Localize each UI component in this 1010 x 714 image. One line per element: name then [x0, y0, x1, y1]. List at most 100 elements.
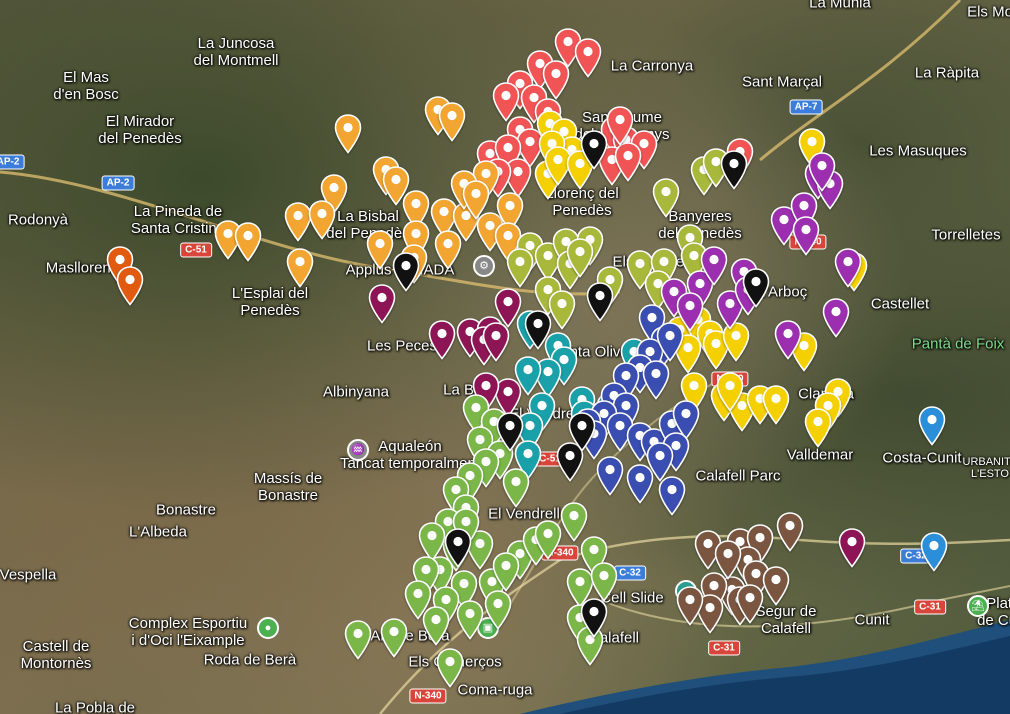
map-pin-olive[interactable]	[566, 238, 594, 278]
place-label: Castell de Montornès	[20, 638, 92, 672]
map-pin-green[interactable]	[380, 618, 408, 658]
map-pin-purple[interactable]	[808, 152, 836, 192]
place-label: Coma-ruga	[457, 681, 533, 699]
road-shield: N-340	[409, 688, 447, 704]
map-pin-green[interactable]	[344, 620, 372, 660]
place-label: La Muñia	[809, 0, 871, 12]
road-shield: AP-7	[789, 99, 823, 115]
map-pin-purple[interactable]	[822, 298, 850, 338]
place-label: El Mas d'en Bosc	[53, 69, 119, 103]
map-pin-black[interactable]	[444, 528, 472, 568]
map-pin-purple[interactable]	[792, 216, 820, 256]
map-pin-brown[interactable]	[714, 540, 742, 580]
map-pin-black[interactable]	[586, 282, 614, 322]
place-label: Valldemar	[786, 446, 854, 464]
map-pin-green[interactable]	[484, 590, 512, 630]
map-pin-purple[interactable]	[774, 320, 802, 360]
place-label: Les Peces	[366, 337, 438, 355]
map-pin-blue[interactable]	[646, 442, 674, 482]
map-pin-brown[interactable]	[676, 586, 704, 626]
map-pin-black[interactable]	[720, 150, 748, 190]
place-label: Vespella	[0, 566, 57, 584]
place-label: La Juncosa del Montmell	[193, 35, 279, 69]
road-shield: C-32	[614, 565, 646, 581]
satellite-map[interactable]: La Muñia Els Mo La Juncosa del Montmell La C…	[0, 0, 1010, 714]
place-label: Roda de Berà	[203, 651, 297, 669]
place-label: Pantà de Foix	[911, 335, 1005, 353]
place-label: La Ràpita	[914, 64, 980, 82]
idiada-poi-icon[interactable]: ⚙	[473, 255, 495, 277]
map-pin-maroon[interactable]	[838, 528, 866, 568]
map-pin-black[interactable]	[742, 268, 770, 308]
place-label: Massís de Bonastre	[253, 470, 323, 504]
map-pin-orange[interactable]	[234, 222, 262, 262]
place-label: La Carronya	[610, 57, 694, 75]
map-pin-green[interactable]	[502, 468, 530, 508]
map-pin-purple[interactable]	[700, 246, 728, 286]
map-pin-maroon[interactable]	[482, 322, 510, 362]
map-pin-orange[interactable]	[382, 166, 410, 206]
map-pin-maroon[interactable]	[428, 320, 456, 360]
map-pin-orange[interactable]	[308, 200, 336, 240]
map-pin-yellow[interactable]	[762, 385, 790, 425]
map-pin-orange[interactable]	[366, 230, 394, 270]
place-label: URBANITZL'ESTO	[962, 456, 1010, 480]
map-pin-orange[interactable]	[434, 230, 462, 270]
map-pin-red[interactable]	[614, 142, 642, 182]
map-pin-black[interactable]	[524, 310, 552, 350]
map-pin-black[interactable]	[496, 412, 524, 452]
map-pin-black[interactable]	[580, 598, 608, 638]
map-pin-orange[interactable]	[438, 102, 466, 142]
map-pin-teal[interactable]	[514, 356, 542, 396]
map-pin-blue[interactable]	[658, 476, 686, 516]
place-label: Sant Marçal	[741, 73, 823, 91]
map-pin-olive[interactable]	[652, 178, 680, 218]
place-label: Torrelletes	[931, 226, 1001, 244]
map-pin-orange[interactable]	[462, 180, 490, 220]
map-pin-green[interactable]	[436, 648, 464, 688]
map-pin-purple[interactable]	[834, 248, 862, 288]
map-pin-blue[interactable]	[642, 360, 670, 400]
map-pin-green[interactable]	[590, 562, 618, 602]
map-pin-orange[interactable]	[286, 248, 314, 288]
place-label: La Pineda de Santa Cristina	[130, 203, 226, 237]
map-pin-black[interactable]	[580, 130, 608, 170]
map-pin-olive[interactable]	[548, 290, 576, 330]
road-shield: AP-2	[0, 154, 25, 170]
map-pin-brown[interactable]	[762, 566, 790, 606]
map-pin-black[interactable]	[568, 412, 596, 452]
map-pin-lightblue[interactable]	[920, 532, 948, 572]
aqualeon-poi-icon[interactable]: ♒	[347, 439, 369, 461]
map-pin-red[interactable]	[606, 106, 634, 146]
road-shield: C-31	[708, 640, 740, 656]
place-label: L'Albeda	[129, 523, 187, 541]
map-pin-green[interactable]	[534, 520, 562, 560]
road-shield: AP-2	[101, 175, 135, 191]
map-pin-brown[interactable]	[736, 584, 764, 624]
map-pin-yellow[interactable]	[716, 372, 744, 412]
place-label: Castellet	[870, 295, 930, 313]
place-label: Els Mo	[967, 3, 1010, 21]
place-label: Complex Esportiu i d'Oci l'Eixample	[128, 615, 248, 649]
platja-poi-icon[interactable]: ⛱	[967, 595, 989, 617]
map-pin-black[interactable]	[392, 252, 420, 292]
complex-poi-icon[interactable]: ●	[257, 617, 279, 639]
map-pin-blue[interactable]	[596, 456, 624, 496]
map-pin-blue[interactable]	[656, 322, 684, 362]
map-pin-yellow[interactable]	[804, 408, 832, 448]
road-shield: C-31	[914, 599, 946, 615]
map-pin-darkorange[interactable]	[116, 266, 144, 306]
map-pin-olive[interactable]	[506, 248, 534, 288]
map-pin-red[interactable]	[574, 38, 602, 78]
map-pin-green[interactable]	[404, 580, 432, 620]
map-pin-green[interactable]	[492, 552, 520, 592]
road-shield: C-51	[180, 242, 212, 258]
place-label: L'Esplai del Penedès	[231, 285, 309, 319]
map-pin-brown[interactable]	[776, 512, 804, 552]
place-label: Segur de Calafell	[755, 603, 817, 637]
map-pin-lightblue[interactable]	[918, 406, 946, 446]
map-pin-orange[interactable]	[334, 114, 362, 154]
place-label: La Pobla de	[54, 699, 136, 714]
place-label: Cunit	[854, 611, 890, 629]
place-label: Calafell Parc	[695, 467, 781, 485]
